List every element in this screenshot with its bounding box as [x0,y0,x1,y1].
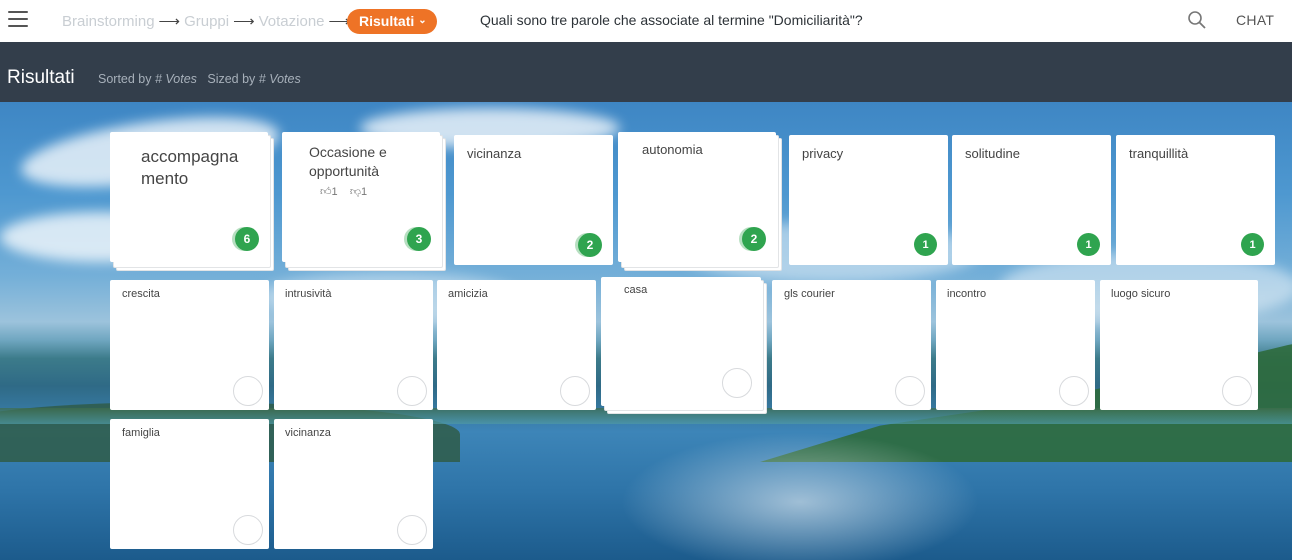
chat-button[interactable]: CHAT [1236,12,1274,28]
results-header: Risultati Sorted by # Votes Sized by # V… [0,42,1292,102]
idea-card-label: intrusività [285,288,332,300]
idea-card-label: crescita [122,288,160,300]
sized-by-label: Sized by [207,72,256,86]
thumbs-down-count: 1 [361,186,368,198]
sorted-by-label: Sorted by [98,72,152,86]
step-gruppi[interactable]: Gruppi [184,13,229,30]
thumbs-counts: 👍︎1 👎︎1 [320,185,367,198]
thumbs-up-count: 1 [331,186,338,198]
idea-card[interactable]: privacy 1 [789,135,948,265]
idea-card-label: solitudine [965,146,1020,161]
idea-card-label: autonomia [642,142,703,157]
vote-button[interactable] [722,368,752,398]
idea-card[interactable]: crescita [110,280,269,410]
vote-count-badge: 1 [1077,233,1100,256]
idea-card[interactable]: solitudine 1 [952,135,1111,265]
vote-button[interactable] [560,376,590,406]
results-title: Risultati [7,67,75,88]
idea-card-label: vicinanza [467,146,522,161]
sorted-by-value[interactable]: # Votes [155,72,197,86]
idea-card[interactable]: autonomia 2 [618,132,776,262]
idea-card-label: amicizia [448,288,488,300]
arrow-right-icon: ⟶ [233,13,255,30]
idea-card[interactable]: famiglia [110,419,269,549]
idea-card[interactable]: casa [601,277,761,406]
idea-card-label: tranquillità [1129,146,1189,161]
idea-card-label: casa [624,284,648,296]
search-icon[interactable] [1187,9,1207,31]
top-bar: Brainstorming ⟶ Gruppi ⟶ Votazione ⟶ Ris… [0,0,1292,42]
vote-button[interactable] [1059,376,1089,406]
thumbs-down-icon[interactable]: 👎︎ [350,186,361,198]
vote-count-badge: 3 [407,227,431,251]
idea-card[interactable]: gls courier [772,280,931,410]
vote-count-badge: 6 [235,227,259,251]
active-step-label: Risultati [359,12,415,29]
thumbs-up-icon[interactable]: 👍︎ [320,186,332,198]
idea-card[interactable]: amicizia [437,280,596,410]
idea-card[interactable]: vicinanza 2 [454,135,613,265]
vote-count-badge: 2 [578,233,602,257]
step-brainstorming[interactable]: Brainstorming [62,13,155,30]
idea-card-label: vicinanza [285,427,331,439]
idea-card[interactable]: luogo sicuro [1100,280,1258,410]
question-title: Quali sono tre parole che associate al t… [480,12,863,28]
idea-card-label: privacy [802,146,844,161]
arrow-right-icon: ⟶ [158,13,181,30]
idea-card-label: incontro [947,288,987,300]
sized-by-value[interactable]: # Votes [259,72,301,86]
vote-button[interactable] [895,376,925,406]
idea-card-label: famiglia [122,427,160,439]
workflow-breadcrumb: Brainstorming ⟶ Gruppi ⟶ Votazione ⟶ Ris… [62,8,437,34]
idea-card-label: accompagna mento [141,147,239,188]
idea-card[interactable]: accompagna mento 6 [110,132,268,262]
vote-count-badge: 1 [914,233,937,256]
vote-button[interactable] [233,376,263,406]
idea-card[interactable]: incontro [936,280,1095,410]
vote-button[interactable] [397,376,427,406]
idea-card-label: Occasione e opportunità [309,144,387,179]
vote-button[interactable] [233,515,263,545]
step-risultati-dropdown[interactable]: Risultati ⌄ [347,8,437,34]
vote-count-badge: 2 [742,227,766,251]
idea-card-label: luogo sicuro [1111,288,1171,300]
idea-card[interactable]: tranquillità 1 [1116,135,1275,265]
chevron-down-icon: ⌄ [418,15,427,26]
vote-button[interactable] [1222,376,1252,406]
idea-card-label: gls courier [784,288,835,300]
idea-card[interactable]: intrusività [274,280,433,410]
sort-info: Sorted by # Votes Sized by # Votes [98,72,301,86]
vote-button[interactable] [397,515,427,545]
vote-count-badge: 1 [1241,233,1264,256]
idea-card[interactable]: Occasione e opportunità 👍︎1 👎︎1 3 [282,132,440,262]
idea-card[interactable]: vicinanza [274,419,433,549]
hamburger-menu-icon[interactable] [8,11,28,29]
step-votazione[interactable]: Votazione [259,13,325,30]
